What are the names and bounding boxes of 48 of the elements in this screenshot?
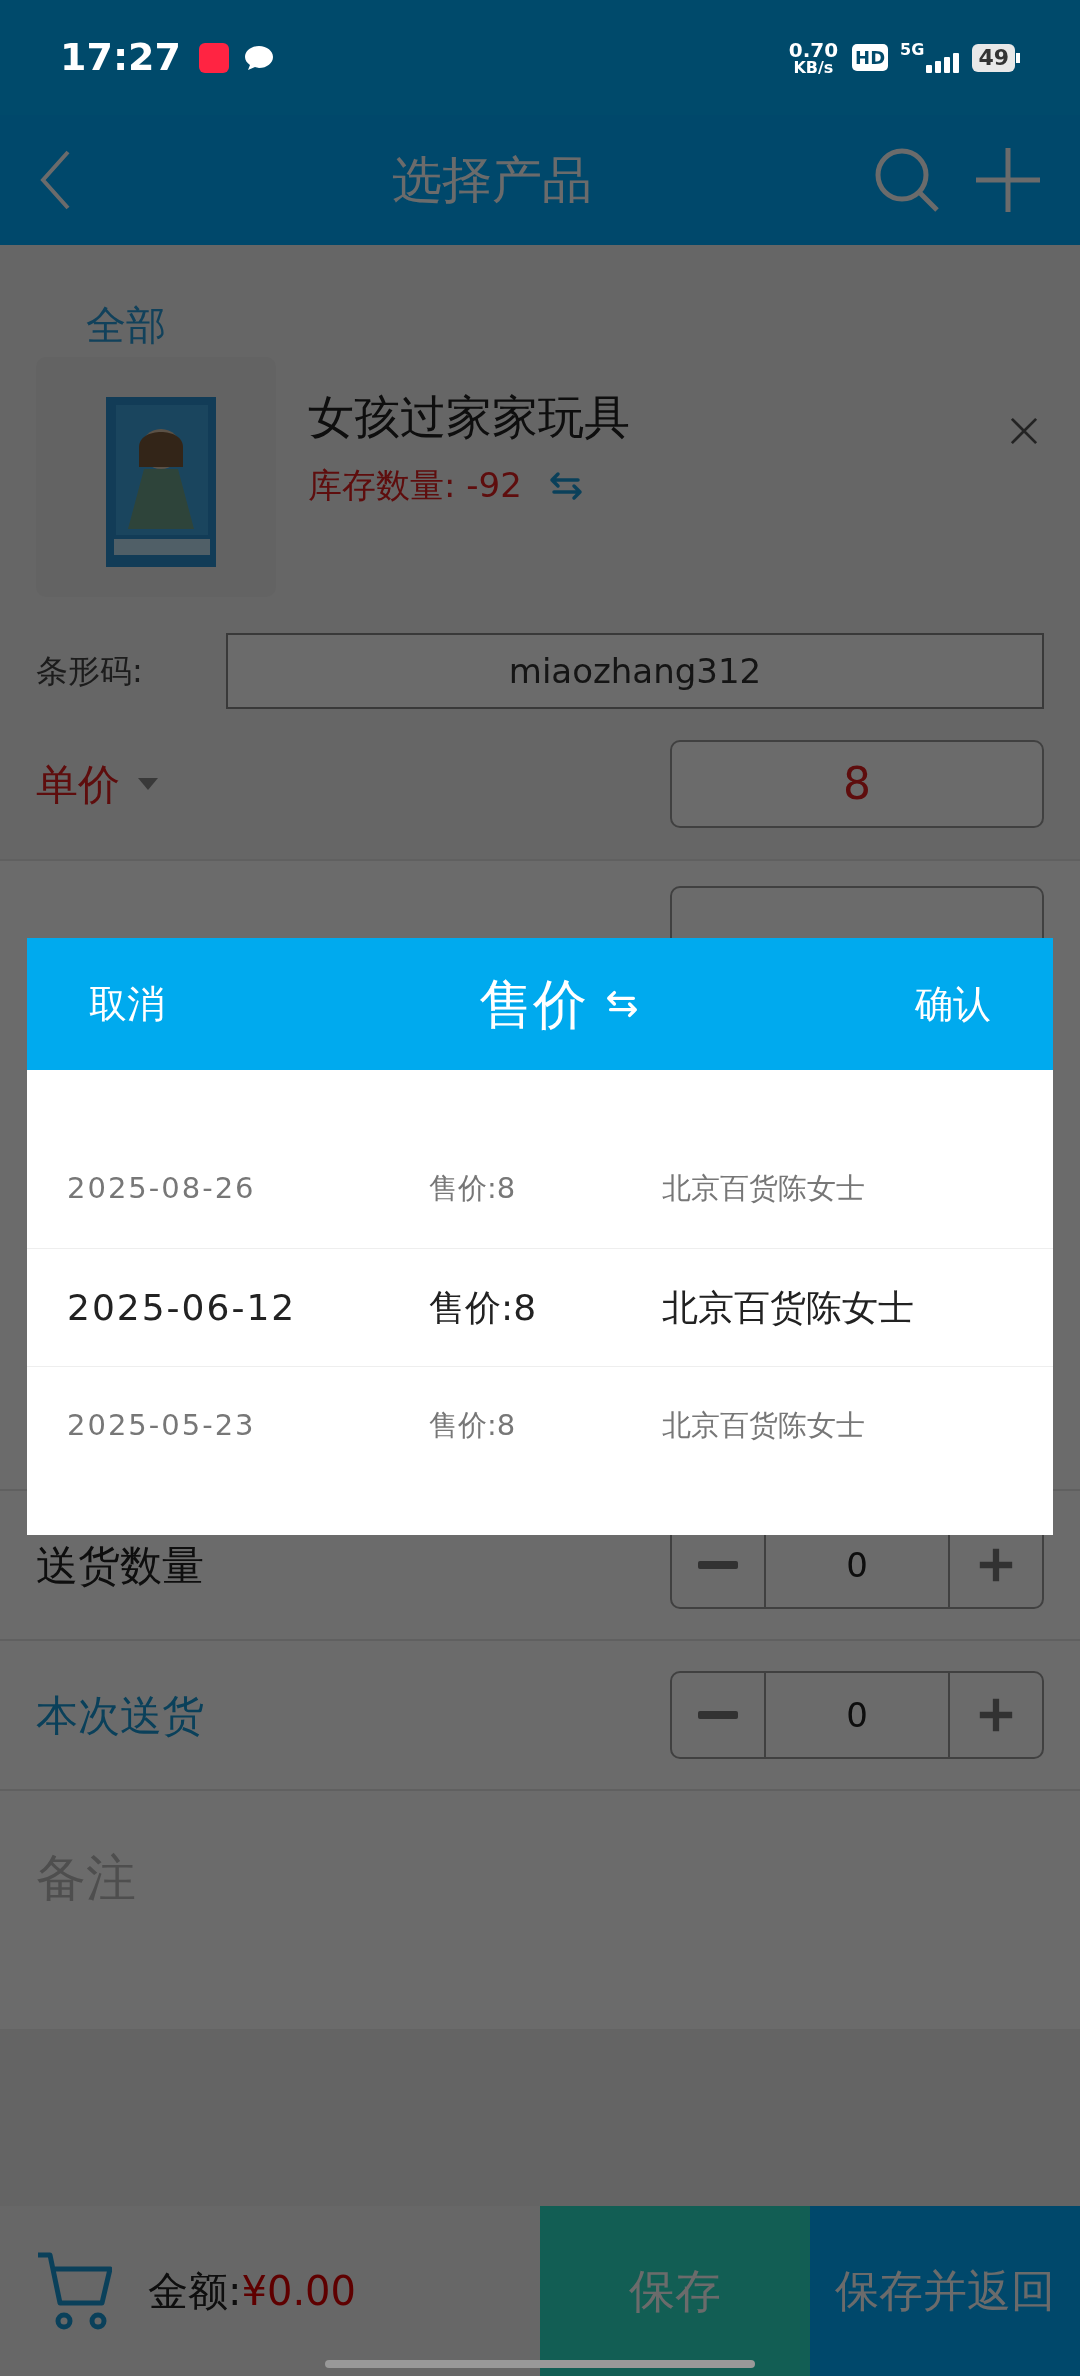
row-customer: 北京百货陈女士 (662, 1406, 865, 1444)
row-customer: 北京百货陈女士 (662, 1170, 865, 1208)
quantity-label: 送货数量 (36, 1539, 204, 1592)
row-date: 2025-08-26 (67, 1170, 257, 1208)
price-history-row[interactable]: 2025-08-26 售价:8 北京百货陈女士 (27, 1130, 1053, 1248)
price-field[interactable]: 8 (670, 740, 1044, 828)
dropdown-icon[interactable] (138, 778, 158, 790)
plus-icon (978, 1547, 1014, 1583)
row-date: 2025-05-23 (67, 1406, 257, 1444)
amount-label: 金额: (148, 2267, 242, 2316)
quantity-label: 本次送货 (36, 1689, 204, 1742)
back-icon[interactable] (40, 150, 70, 210)
page-title: 选择产品 (391, 149, 593, 211)
close-icon[interactable] (1010, 417, 1038, 445)
quantity-value[interactable]: 0 (766, 1673, 948, 1757)
cancel-button[interactable]: 取消 (89, 975, 165, 1033)
speed-unit: KB/s (793, 59, 834, 76)
plus-icon (978, 1697, 1014, 1733)
barcode-field[interactable]: miaozhang312 (226, 633, 1044, 709)
save-button[interactable]: 保存 (540, 2206, 810, 2376)
signal-icon (924, 52, 961, 73)
chat-bubble-icon (242, 43, 275, 72)
row-price: 售价:8 (429, 1285, 538, 1330)
cart-icon[interactable] (36, 2251, 112, 2331)
network-type: 5G (900, 39, 925, 61)
save-and-return-button[interactable]: 保存并返回 (810, 2206, 1080, 2376)
row-price: 售价:8 (429, 1170, 517, 1208)
barcode-label: 条形码: (36, 651, 144, 692)
stock-quantity: 库存数量: -92 (308, 464, 522, 507)
minus-icon (698, 1561, 738, 1569)
search-icon[interactable] (874, 147, 940, 213)
category-tab[interactable]: 全部 (86, 302, 166, 348)
row-customer: 北京百货陈女士 (662, 1285, 914, 1330)
dialog-title[interactable]: 售价 (479, 963, 587, 1045)
amount-value: ¥0.00 (241, 2267, 356, 2316)
plus-icon[interactable] (976, 148, 1040, 212)
product-name: 女孩过家家玩具 (308, 389, 631, 446)
price-history-row[interactable]: 2025-05-23 售价:8 北京百货陈女士 (27, 1366, 1053, 1484)
price-history-row[interactable]: 2025-06-12 售价:8 北京百货陈女士 (27, 1248, 1053, 1366)
confirm-button[interactable]: 确认 (915, 975, 991, 1033)
clock: 17:27 (60, 34, 181, 81)
app-notification-icon (198, 42, 229, 73)
row-date: 2025-06-12 (67, 1285, 298, 1330)
hd-badge: HD (852, 44, 889, 71)
network-speed: 0.70 (788, 39, 839, 60)
minus-icon (698, 1711, 738, 1719)
price-label[interactable]: 单价 (36, 752, 120, 816)
row-price: 售价:8 (429, 1406, 517, 1444)
